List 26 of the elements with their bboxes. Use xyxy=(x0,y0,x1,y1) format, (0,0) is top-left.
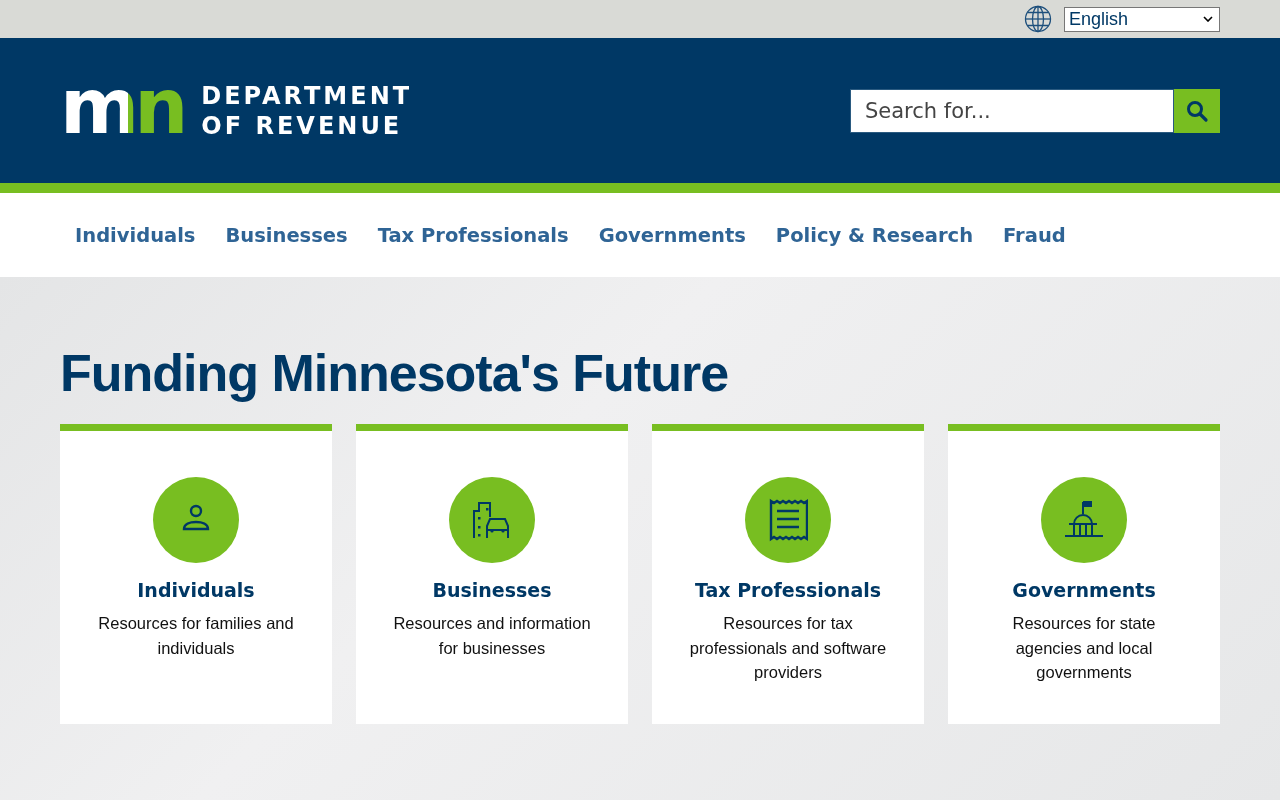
search-button[interactable] xyxy=(1174,88,1220,133)
dropdown-caret-icon xyxy=(1203,16,1213,22)
category-card[interactable]: Governments Resources for state agencies and local governments xyxy=(948,424,1220,725)
nav-link[interactable]: Fraud xyxy=(1003,223,1066,247)
nav-link[interactable]: Individuals xyxy=(75,223,196,247)
card-title: Individuals xyxy=(137,579,255,602)
card-description: Resources for families and individuals xyxy=(97,613,295,659)
category-card[interactable]: Individuals Resources for families and individuals xyxy=(60,424,332,725)
card-title: Governments xyxy=(1012,579,1156,602)
search-field[interactable]: Search for... xyxy=(850,88,1174,133)
hero-title: Funding Minnesota's Future xyxy=(60,345,729,403)
search-icon xyxy=(1185,98,1209,123)
category-card[interactable]: Businesses Resources and information for businesses xyxy=(356,424,628,725)
language-select[interactable]: English xyxy=(1064,6,1220,32)
nav-link[interactable]: Governments xyxy=(598,223,746,247)
card-description: Resources for state agencies and local governments xyxy=(1011,613,1157,684)
card-description: Resources for tax professionals and software providers xyxy=(688,613,888,684)
globe-icon xyxy=(1024,5,1052,33)
category-card[interactable]: Tax Professionals Resources for tax professionals and software providers xyxy=(652,424,924,725)
card-description: Resources and information for businesses xyxy=(392,613,592,659)
card-title: Businesses xyxy=(432,579,552,602)
nav-link[interactable]: Businesses xyxy=(225,223,348,247)
receipt-icon xyxy=(768,498,808,543)
nav-link[interactable]: Tax Professionals xyxy=(377,223,569,247)
nav-link[interactable]: Policy & Research xyxy=(775,223,974,247)
card-title: Tax Professionals xyxy=(694,579,882,602)
